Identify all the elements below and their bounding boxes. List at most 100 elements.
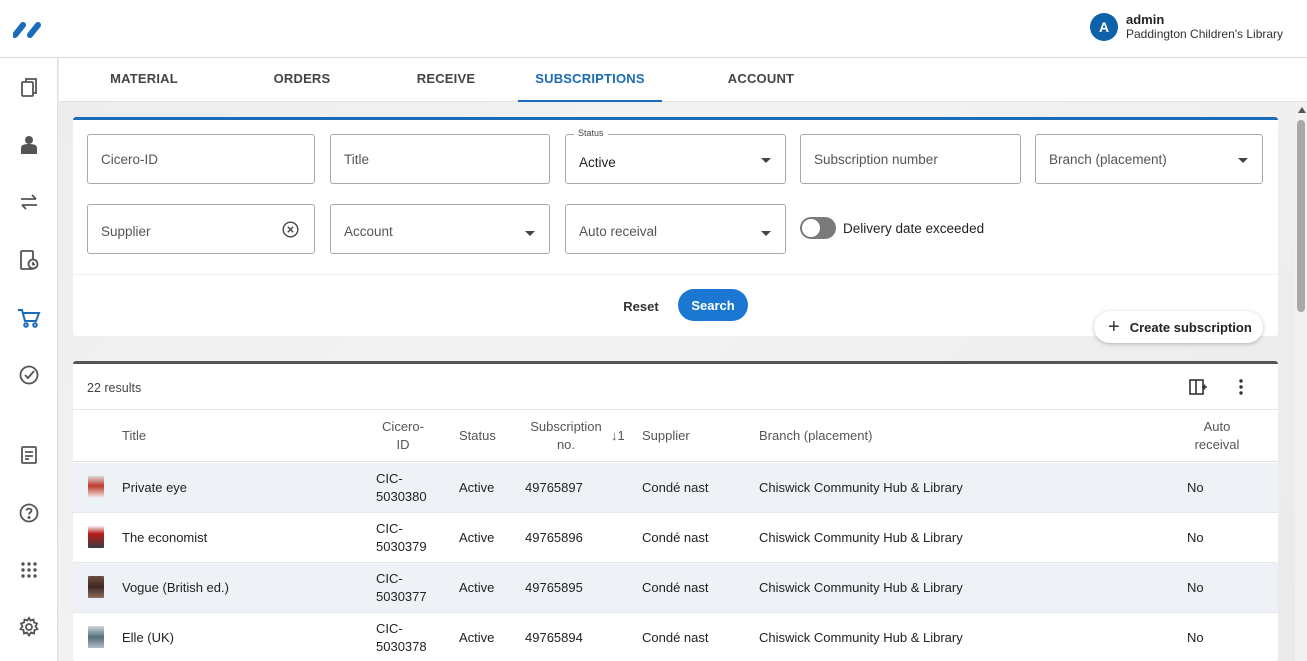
user-name: admin (1126, 12, 1165, 27)
sidebar (0, 58, 58, 661)
tab-orders[interactable]: ORDERS (255, 58, 349, 102)
cell-branch: Chiswick Community Hub & Library (759, 580, 963, 595)
delivery-date-toggle[interactable] (800, 217, 836, 239)
scroll-thumb[interactable] (1297, 120, 1305, 312)
cell-cicero-id-line2: 5030380 (376, 489, 427, 504)
cell-cicero-id: CIC- 5030378 (376, 620, 427, 656)
tab-bar: MATERIAL SELECTION ORDERS RECEIVE SUBSCR… (59, 58, 1307, 128)
title-placeholder: Title (344, 152, 370, 167)
supplier-field[interactable]: Supplier (87, 204, 315, 254)
tasks-check-icon[interactable] (17, 363, 41, 387)
scroll-up-arrow-icon[interactable] (1298, 107, 1306, 113)
chevron-down-icon (525, 231, 535, 236)
cell-title[interactable]: Vogue (British ed.) (122, 579, 229, 597)
reset-button[interactable]: Reset (614, 296, 668, 316)
table-row[interactable]: The economist CIC- 5030379 Active 497658… (73, 513, 1278, 563)
cell-supplier: Condé nast (642, 630, 709, 645)
create-subscription-button[interactable]: + Create subscription (1094, 311, 1263, 343)
cell-cicero-id: CIC- 5030379 (376, 520, 427, 556)
top-bar: A admin Paddington Children's Library (0, 0, 1307, 58)
header-subscription-no-line1: Subscription (530, 419, 602, 434)
header-auto-receival-line2: receival (1194, 437, 1240, 452)
cell-cicero-id-line2: 5030378 (376, 639, 427, 654)
subscription-number-field[interactable]: Subscription number (800, 134, 1021, 184)
cell-status: Active (459, 630, 495, 645)
cell-cicero-id: CIC- 5030380 (376, 470, 427, 506)
cell-cicero-id-line1: CIC- (376, 521, 403, 536)
tab-material-selection[interactable]: MATERIAL SELECTION (71, 58, 217, 128)
periodicals-icon[interactable] (17, 248, 41, 272)
subscription-number-placeholder: Subscription number (814, 152, 938, 167)
column-settings-icon[interactable] (1188, 377, 1208, 397)
cell-supplier: Condé nast (642, 530, 709, 545)
cell-branch: Chiswick Community Hub & Library (759, 630, 963, 645)
clear-circle-icon[interactable] (282, 221, 299, 238)
table-row[interactable]: Vogue (British ed.) CIC- 5030377 Active … (73, 563, 1278, 613)
cover-thumbnail (88, 526, 104, 548)
cover-thumbnail (88, 576, 104, 598)
branch-select[interactable]: Branch (placement) (1035, 134, 1263, 184)
search-button[interactable]: Search (678, 289, 748, 321)
title-field[interactable]: Title (330, 134, 550, 184)
cell-cicero-id-line1: CIC- (376, 471, 403, 486)
apps-grid-icon[interactable] (17, 558, 41, 582)
cell-title[interactable]: Private eye (122, 479, 187, 497)
header-supplier[interactable]: Supplier (642, 427, 690, 445)
header-cicero-id-line1: Cicero- (382, 419, 424, 434)
page-scrollbar[interactable] (1295, 102, 1307, 661)
cell-cicero-id: CIC- 5030377 (376, 570, 427, 606)
results-panel: 22 results Title Cicero- ID Status Subsc… (73, 361, 1278, 661)
help-icon[interactable] (17, 501, 41, 525)
cell-auto-receival: No (1187, 630, 1204, 645)
header-subscription-no-line2: no. (556, 437, 576, 452)
cicero-id-field[interactable]: Cicero-ID (87, 134, 315, 184)
header-cicero-id[interactable]: Cicero- ID (373, 418, 433, 454)
catalogue-icon[interactable] (17, 75, 41, 99)
tab-subscriptions[interactable]: SUBSCRIPTIONS (518, 58, 662, 102)
circulation-icon[interactable] (17, 190, 41, 214)
cell-branch: Chiswick Community Hub & Library (759, 530, 963, 545)
header-auto-receival[interactable]: Auto receival (1177, 418, 1257, 454)
header-branch[interactable]: Branch (placement) (759, 427, 872, 445)
cell-branch: Chiswick Community Hub & Library (759, 480, 963, 495)
chevron-down-icon (761, 231, 771, 236)
cell-supplier: Condé nast (642, 480, 709, 495)
cell-cicero-id-line1: CIC- (376, 621, 403, 636)
sort-descending-indicator[interactable]: ↓1 (611, 427, 625, 445)
acquisitions-cart-icon[interactable] (17, 306, 41, 330)
table-header: Title Cicero- ID Status Subscription no.… (73, 409, 1278, 462)
user-menu[interactable]: A admin Paddington Children's Library (1090, 13, 1283, 41)
cell-title[interactable]: The economist (122, 529, 207, 547)
account-select[interactable]: Account (330, 204, 550, 254)
cell-subscription-no: 49765896 (525, 530, 583, 545)
cell-cicero-id-line2: 5030377 (376, 589, 427, 604)
delivery-date-label: Delivery date exceeded (843, 221, 985, 236)
auto-receival-select[interactable]: Auto receival (565, 204, 786, 254)
header-title[interactable]: Title (122, 427, 146, 445)
header-auto-receival-line1: Auto (1203, 419, 1231, 434)
header-cicero-id-line2: ID (396, 437, 410, 452)
chevron-down-icon (1238, 158, 1248, 163)
reports-icon[interactable] (17, 443, 41, 467)
status-select[interactable]: Status Active (565, 128, 786, 184)
status-label: Status (574, 128, 608, 138)
auto-receival-placeholder: Auto receival (579, 224, 658, 239)
tab-receive[interactable]: RECEIVE (399, 58, 493, 102)
avatar[interactable]: A (1090, 13, 1118, 41)
cell-status: Active (459, 480, 495, 495)
account-placeholder: Account (344, 224, 393, 239)
header-subscription-no[interactable]: Subscription no. (525, 418, 607, 454)
settings-icon[interactable] (17, 615, 41, 639)
cell-status: Active (459, 530, 495, 545)
toggle-knob (802, 219, 820, 237)
cell-subscription-no: 49765895 (525, 580, 583, 595)
table-row[interactable]: Private eye CIC- 5030380 Active 49765897… (73, 463, 1278, 513)
cell-title[interactable]: Elle (UK) (122, 629, 174, 647)
more-options-icon[interactable] (1233, 377, 1249, 397)
cell-status: Active (459, 580, 495, 595)
header-status[interactable]: Status (459, 427, 496, 445)
tab-account-transactions[interactable]: ACCOUNT TRANSACTIONS (677, 58, 845, 128)
patrons-icon[interactable] (17, 133, 41, 157)
app-logo-icon[interactable] (13, 20, 47, 38)
table-row[interactable]: Elle (UK) CIC- 5030378 Active 49765894 C… (73, 613, 1278, 661)
